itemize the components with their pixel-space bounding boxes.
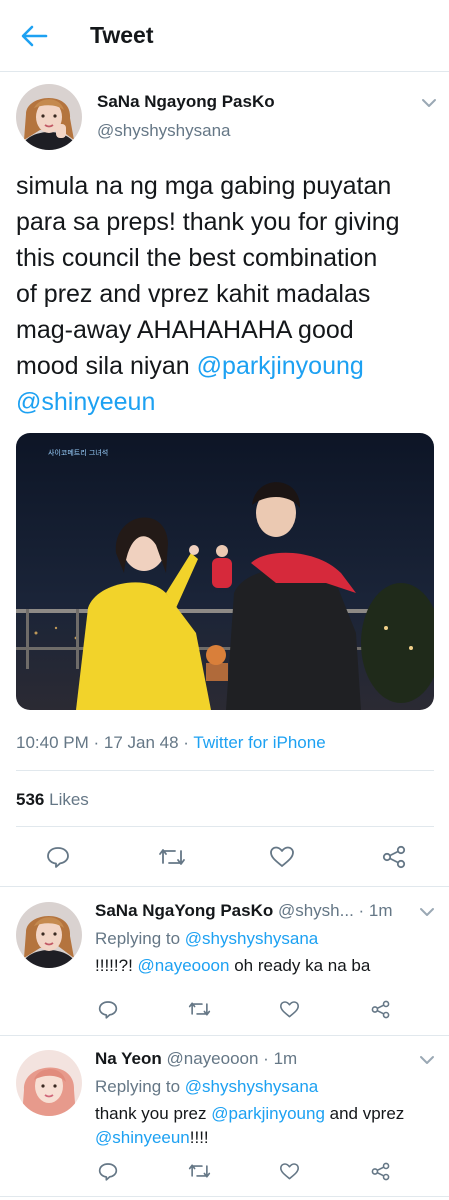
mention-link[interactable]: @shyshyshysana [185,929,319,948]
tweet-text-fragment: mood sila niyan [16,352,197,380]
comment-icon [98,1000,118,1019]
heart-icon [270,846,294,867]
retweet-button[interactable] [186,998,212,1020]
tweet-text-line: of prez and vprez kahit madalas [16,280,371,308]
mention-link[interactable]: @shinyeeun [95,1128,190,1147]
tweet-text-line: mood sila niyan @parkjinyoung [16,348,436,384]
media-logo-text: 사이코메트리 그녀석 [48,448,108,457]
top-app-bar: Tweet [0,0,449,72]
reply-header[interactable]: SaNa NgaYong PasKo @shysh... · 1m [95,901,415,921]
heart-icon [279,1162,299,1179]
author-display-name[interactable]: SaNa Ngayong PasKo [97,92,275,112]
reply-button[interactable] [96,998,120,1020]
mention-link[interactable]: @parkjinyoung [197,352,364,380]
arrow-left-icon [21,25,48,47]
replying-to: Replying to @shyshyshysana [95,1077,318,1097]
tweet-time: 10:40 PM [16,733,89,752]
reply-display-name: Na Yeon [95,1049,162,1068]
divider [16,826,434,827]
replying-label: Replying to [95,929,185,948]
chevron-down-icon [420,908,434,916]
reply-display-name: SaNa NgaYong PasKo [95,901,274,920]
reply-text-line: @shinyeeun!!!! [95,1126,435,1150]
comment-icon [47,847,69,868]
likes-count[interactable]: 536 Likes [16,790,89,810]
meta-separator: · [88,733,104,752]
divider [16,770,434,771]
share-button[interactable] [368,998,392,1020]
divider [0,1196,449,1197]
reply-text-fragment: !!!! [189,1128,209,1147]
retweet-icon [188,1164,210,1178]
tweet-text-line: mag-away AHAHAHAHA good [16,316,354,344]
likes-label: Likes [49,790,89,809]
replying-to: Replying to @shyshyshysana [95,929,318,949]
tweet-text-line: @shinyeeun [16,384,436,420]
retweet-button[interactable] [186,1160,212,1182]
more-options-button[interactable] [421,96,437,108]
tweet-photo[interactable]: 사이코메트리 그녀석 [16,433,434,710]
like-button[interactable] [268,844,296,870]
share-button[interactable] [380,844,408,870]
mention-link[interactable]: @parkjinyoung [211,1104,325,1123]
reply-text-line: thank you prez @parkjinyoung and vprez [95,1102,435,1126]
author-handle[interactable]: @shyshyshysana [97,121,231,141]
mention-link[interactable]: @shyshyshysana [185,1077,319,1096]
retweet-icon [188,1002,210,1016]
author-avatar[interactable] [16,84,82,150]
reply-text-fragment: !!!!!?! [95,956,138,975]
heart-icon [279,1000,299,1017]
meta-separator: · [178,733,194,752]
tweet-body: simula na ng mga gabing puyatan para sa … [16,168,436,420]
mention-link[interactable]: @shinyeeun [16,388,155,416]
reply-text: thank you prez @parkjinyoung and vprez @… [95,1102,435,1150]
reply-header[interactable]: Na Yeon @nayeooon · 1m [95,1049,415,1069]
retweet-button[interactable] [157,844,187,870]
tweet-text-line: this council the best combination [16,244,378,272]
retweet-icon [159,849,185,865]
reply-button[interactable] [44,844,72,870]
reply-text-fragment: thank you prez [95,1104,212,1123]
comment-icon [98,1162,118,1181]
reply-text: !!!!!?! @nayeooon oh ready ka na ba [95,954,435,978]
tweet-text-line: simula na ng mga gabing puyatan [16,172,392,200]
likes-number: 536 [16,790,45,809]
mention-link[interactable]: @nayeooon [138,956,230,975]
back-button[interactable] [18,22,50,50]
reply-more-button[interactable] [419,905,435,917]
like-button[interactable] [277,1160,301,1182]
reply-avatar[interactable] [16,902,82,968]
chevron-down-icon [420,1056,434,1064]
reply-button[interactable] [96,1160,120,1182]
reply-handle-time: @nayeooon · 1m [166,1049,298,1068]
reply-handle-time: @shysh... · 1m [277,901,393,920]
share-icon [371,1162,389,1180]
share-icon [382,845,406,869]
reply-avatar[interactable] [16,1050,82,1116]
tweet-text-line: para sa preps! thank you for giving [16,208,400,236]
tweet-source-link[interactable]: Twitter for iPhone [193,733,325,752]
share-button[interactable] [368,1160,392,1182]
reply-more-button[interactable] [419,1053,435,1065]
divider [0,886,449,887]
tweet-timestamp-line: 10:40 PM · 17 Jan 48 · Twitter for iPhon… [16,733,326,753]
tweet-date: 17 Jan 48 [103,733,179,752]
chevron-down-icon [422,99,436,107]
share-icon [371,1000,389,1018]
like-button[interactable] [277,998,301,1020]
replying-label: Replying to [95,1077,185,1096]
page-title: Tweet [90,22,154,48]
reply-text-fragment: oh ready ka na ba [229,956,371,975]
reply-text-fragment: and vprez [324,1104,405,1123]
divider [0,1035,449,1036]
